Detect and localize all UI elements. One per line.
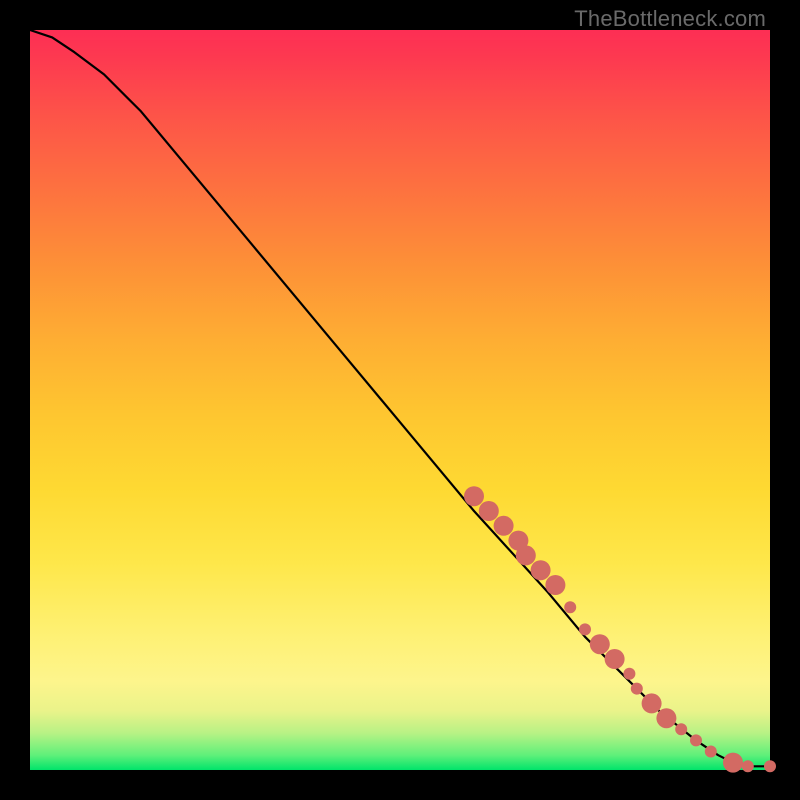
marker-group bbox=[464, 486, 776, 772]
marker-dot bbox=[631, 683, 643, 695]
marker-dot bbox=[494, 516, 514, 536]
marker-dot bbox=[723, 753, 743, 773]
marker-dot bbox=[675, 723, 687, 735]
marker-dot bbox=[642, 693, 662, 713]
marker-dot bbox=[564, 601, 576, 613]
marker-dot bbox=[764, 760, 776, 772]
plot-area bbox=[30, 30, 770, 770]
marker-dot bbox=[579, 623, 591, 635]
marker-dot bbox=[690, 734, 702, 746]
marker-dot bbox=[605, 649, 625, 669]
curve-line bbox=[30, 30, 770, 766]
marker-dot bbox=[516, 545, 536, 565]
chart-frame: TheBottleneck.com bbox=[0, 0, 800, 800]
chart-svg bbox=[30, 30, 770, 770]
marker-dot bbox=[623, 668, 635, 680]
marker-dot bbox=[590, 634, 610, 654]
marker-dot bbox=[464, 486, 484, 506]
marker-dot bbox=[545, 575, 565, 595]
marker-dot bbox=[479, 501, 499, 521]
marker-dot bbox=[742, 760, 754, 772]
marker-dot bbox=[705, 746, 717, 758]
watermark-text: TheBottleneck.com bbox=[574, 6, 766, 32]
marker-dot bbox=[656, 708, 676, 728]
marker-dot bbox=[531, 560, 551, 580]
